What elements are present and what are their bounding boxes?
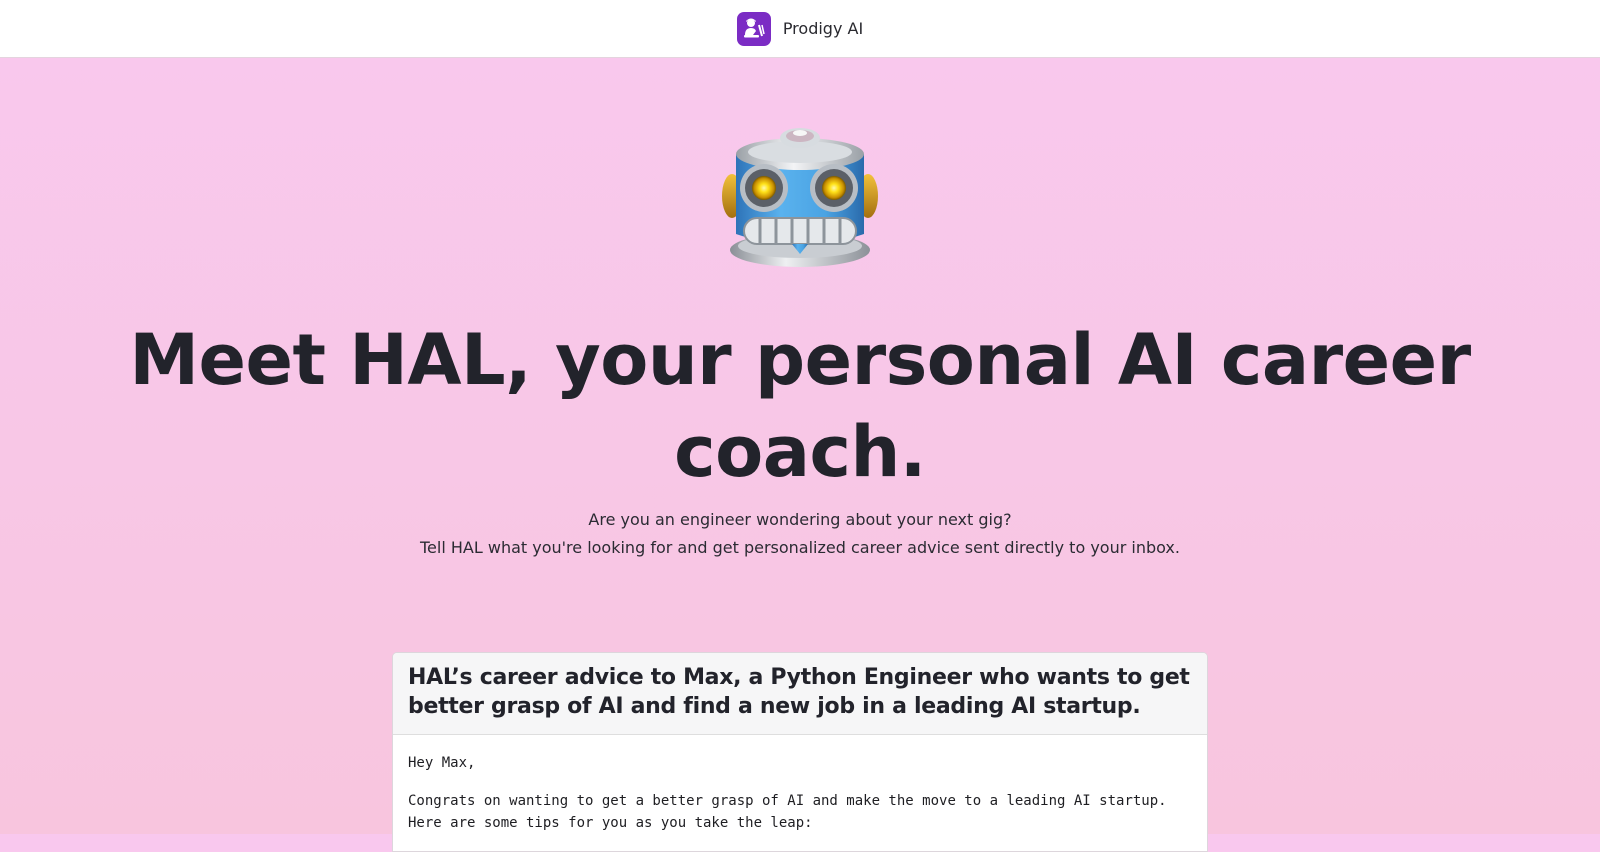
email-paragraph: Congrats on wanting to get a better gras… — [408, 793, 1167, 831]
brand-name: Prodigy AI — [782, 19, 864, 38]
email-greeting: Hey Max, — [408, 755, 476, 771]
hero-subtitle-line-2: Tell HAL what you're looking for and get… — [420, 538, 1180, 557]
top-navigation-bar: Prodigy AI — [0, 0, 1600, 58]
brand-home-link[interactable]: Prodigy AI — [736, 11, 864, 46]
hero-subtitle-line-1: Are you an engineer wondering about your… — [588, 510, 1012, 529]
example-advice-card: HAL’s career advice to Max, a Python Eng… — [392, 652, 1208, 852]
hero-subtitle: Are you an engineer wondering about your… — [200, 506, 1400, 562]
robot-head-icon — [722, 122, 878, 272]
hero-title: Meet HAL, your personal AI career coach. — [129, 319, 1471, 493]
example-card-body: Hey Max, Congrats on wanting to get a be… — [393, 735, 1207, 851]
example-card-header: HAL’s career advice to Max, a Python Eng… — [393, 653, 1207, 735]
writer-at-desk-icon — [736, 11, 771, 46]
example-card-title: HAL’s career advice to Max, a Python Eng… — [408, 665, 1190, 719]
